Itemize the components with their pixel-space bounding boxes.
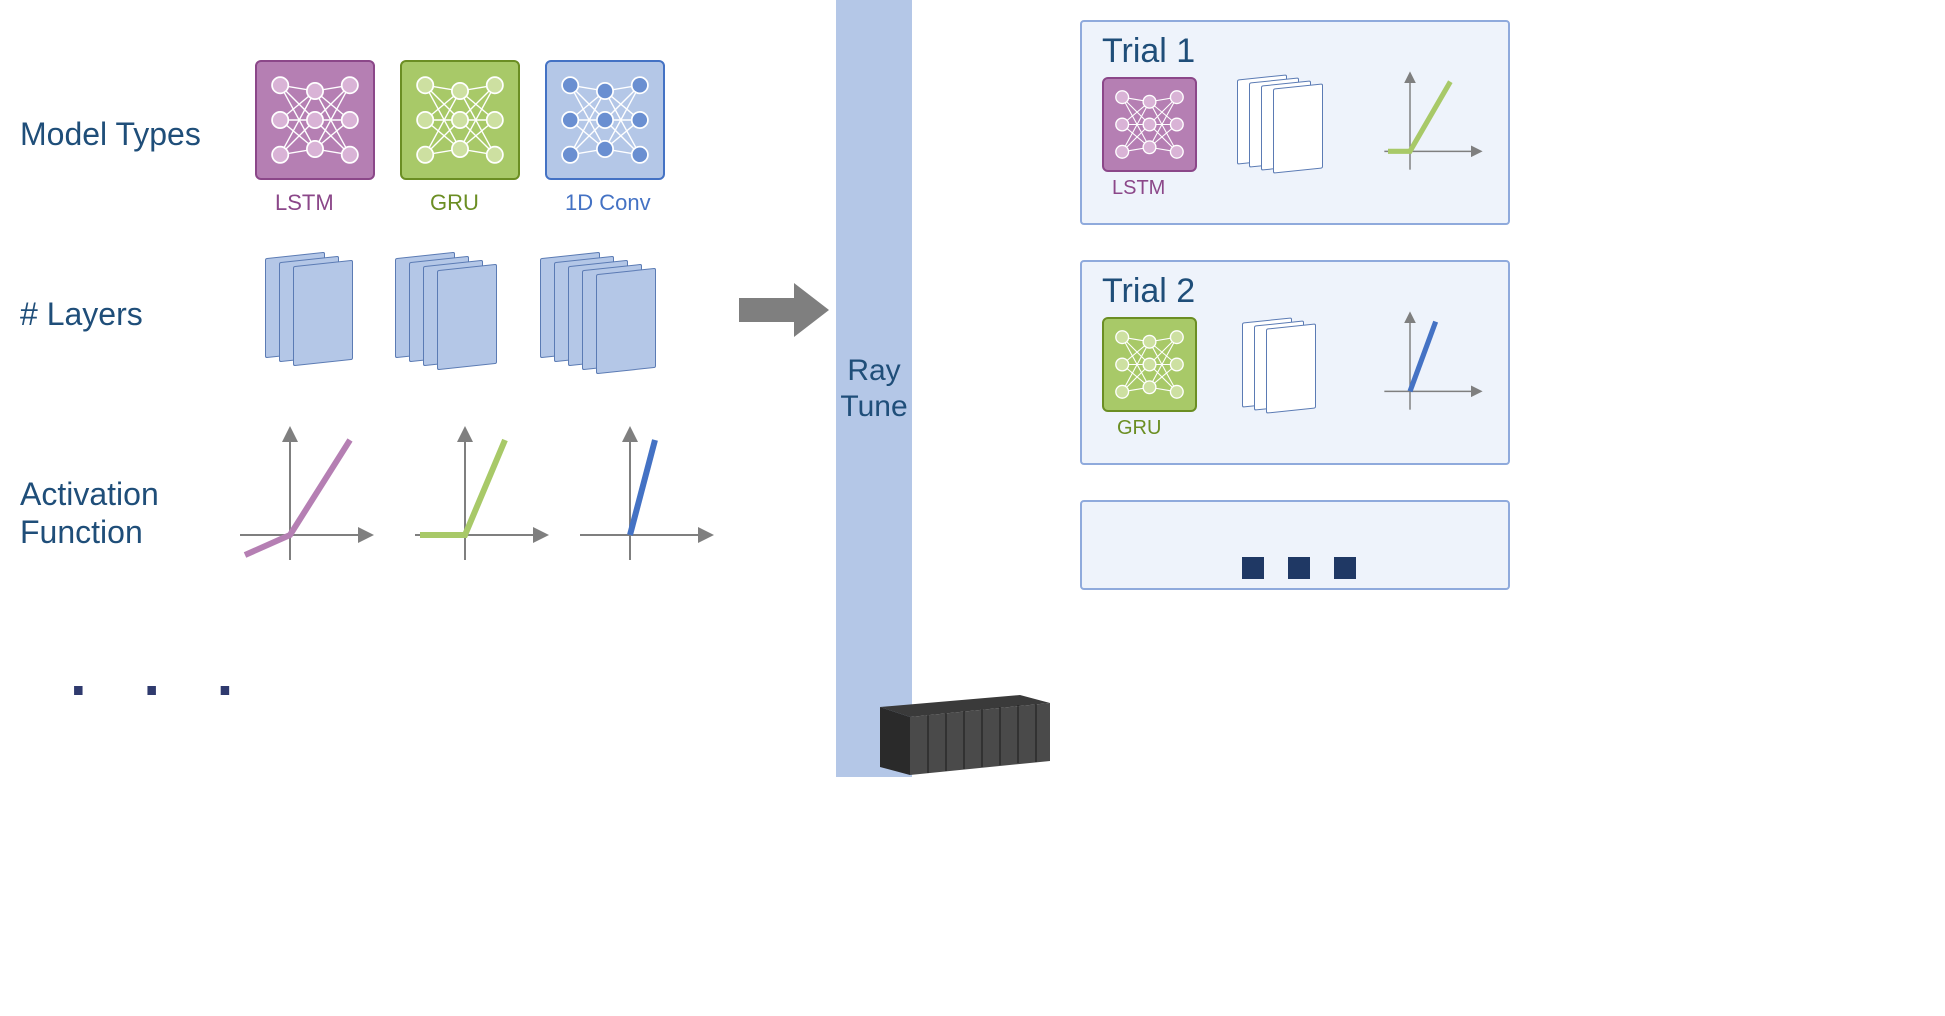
trial-2-model-icon	[1102, 317, 1197, 412]
activation-leakyrelu-icon	[230, 420, 380, 570]
trial-more-box	[1080, 500, 1510, 590]
trial-1-model-label: LSTM	[1112, 177, 1165, 200]
activation-relu-icon	[405, 420, 555, 570]
trial-1-activation-icon	[1377, 67, 1487, 177]
trial-1-box: Trial 1 LSTM	[1080, 20, 1510, 225]
trial-ellipsis-icon	[1242, 557, 1356, 579]
model-conv-icon	[545, 60, 665, 180]
label-layers: # Layers	[20, 295, 143, 333]
arrow-right-icon	[739, 280, 829, 340]
raytune-pipeline: Ray Tune	[836, 0, 912, 777]
row-ellipsis-icon: . . .	[70, 640, 253, 709]
label-model-types: Model Types	[20, 115, 201, 153]
trial-2-model-label: GRU	[1117, 417, 1161, 440]
trial-1-title: Trial 1	[1102, 32, 1195, 71]
trial-2-activation-icon	[1377, 307, 1487, 417]
raytune-label: Ray Tune	[840, 353, 907, 425]
trial-1-model-icon	[1102, 77, 1197, 172]
label-gru: GRU	[430, 190, 479, 216]
label-activation: Activation Function	[20, 475, 159, 552]
activation-steep-icon	[570, 420, 720, 570]
trial-2-box: Trial 2 GRU	[1080, 260, 1510, 465]
model-lstm-icon	[255, 60, 375, 180]
label-conv: 1D Conv	[565, 190, 651, 216]
server-icon	[880, 695, 1050, 775]
model-gru-icon	[400, 60, 520, 180]
trial-2-title: Trial 2	[1102, 272, 1195, 311]
label-lstm: LSTM	[275, 190, 334, 216]
